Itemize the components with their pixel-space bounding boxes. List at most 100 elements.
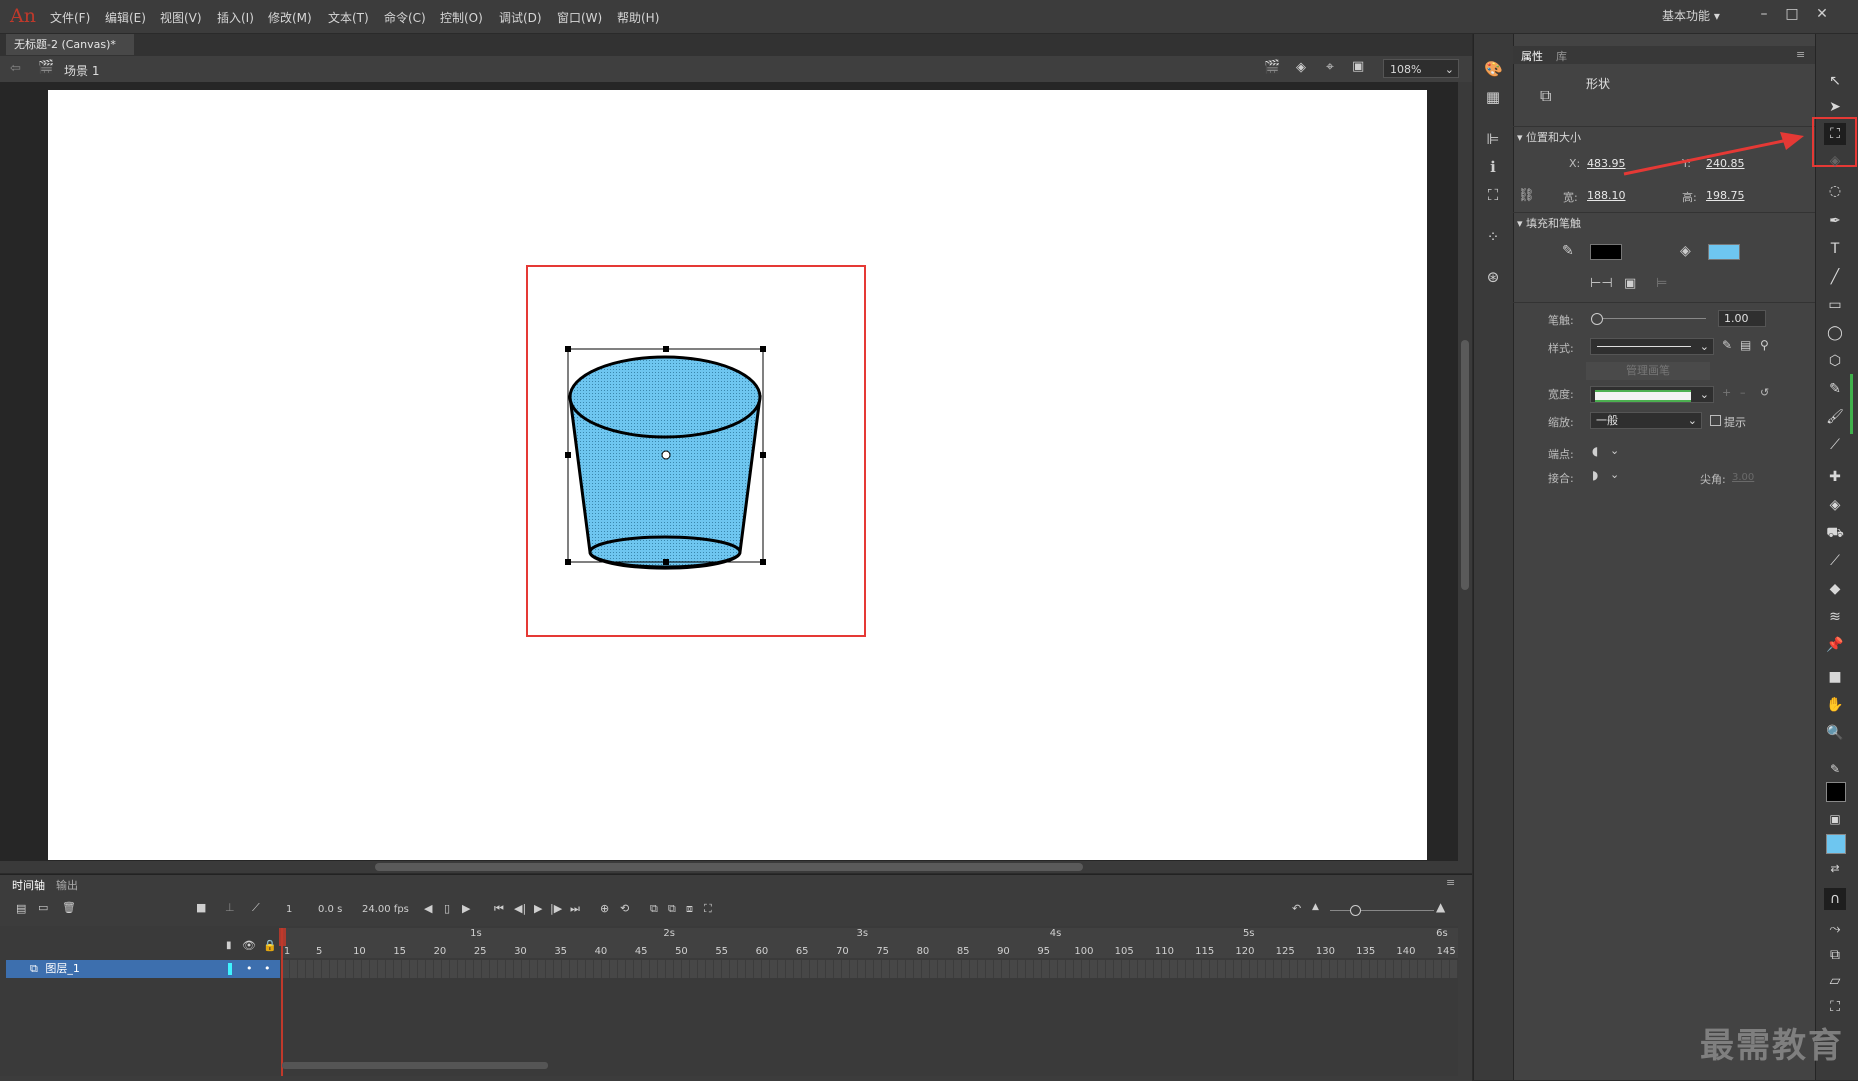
align-panel-icon[interactable]: ⊫ [1484,130,1502,148]
prev-keyframe-icon[interactable]: ◀ [424,902,432,915]
rectangle-tool-icon[interactable]: ▭ [1824,294,1846,316]
hint-checkbox[interactable] [1710,415,1721,426]
menu-help[interactable]: 帮助(H) [617,9,659,26]
add-width-point-icon[interactable]: + [1722,386,1731,399]
delete-layer-icon[interactable]: 🗑 [62,901,76,914]
stroke-size-slider[interactable] [1596,318,1706,319]
cc-libraries-icon[interactable]: ⊛ [1484,268,1502,286]
zoom-in-frames-icon[interactable]: ▲ [1436,900,1445,914]
brush-library-icon[interactable]: ▤ [1740,338,1751,352]
color-panel-icon[interactable]: 🎨 [1484,60,1503,78]
subselection-tool-icon[interactable]: ➤ [1824,96,1846,118]
stroke-color-swatch[interactable] [1590,244,1622,260]
tab-output[interactable]: 输出 [56,877,78,893]
skew-icon[interactable]: ▱ [1824,970,1846,992]
visibility-eye-icon[interactable]: 👁 [242,939,256,952]
lock-icon[interactable]: 🔒 [263,939,277,952]
show-all-layers-icon[interactable]: ▮ [226,940,232,951]
layer-frames[interactable] [282,960,1458,978]
remove-width-point-icon[interactable]: – [1740,386,1746,399]
chevron-down-icon[interactable]: ⌄ [1610,468,1619,481]
oval-tool-icon[interactable]: ◯ [1824,322,1846,344]
polystar-tool-icon[interactable]: ⬡ [1824,350,1846,372]
stroke-size-slider-thumb[interactable] [1591,313,1603,325]
center-frame-icon[interactable]: ⊕ [600,902,609,915]
tab-properties[interactable]: 属性 [1521,48,1543,64]
edit-scene-icon[interactable]: 🎬 [1264,60,1280,75]
object-drawing-icon[interactable]: ▣ [1624,276,1636,291]
reset-width-icon[interactable]: ↺ [1760,386,1769,399]
paint-bucket-tool-icon[interactable]: ◈ [1824,494,1846,516]
horizontal-scroll-thumb[interactable] [375,863,1083,871]
distort-icon[interactable]: ⛶ [1824,996,1846,1018]
text-tool-icon[interactable]: T [1824,238,1846,260]
layer-lock-dot[interactable]: • [264,960,271,978]
graph-icon[interactable]: ⟋ [252,901,260,915]
line-tool-icon[interactable]: ╱ [1824,266,1846,288]
undo-icon[interactable]: ↶ [1292,902,1301,915]
transform-panel-icon[interactable]: ⛶ [1484,186,1502,204]
straighten-icon[interactable]: ⧉ [1824,944,1846,966]
menu-text[interactable]: 文本(T) [328,9,369,26]
go-last-frame-icon[interactable]: ⏭ [570,902,580,916]
stroke-color-tool-swatch[interactable] [1826,782,1846,802]
layer-row[interactable]: ⧉ 图层_1 • • [6,960,280,978]
zoom-tool-icon[interactable]: 🔍 [1824,722,1846,744]
swatches-panel-icon[interactable]: ▦ [1484,88,1502,106]
menu-control[interactable]: 控制(O) [440,9,483,26]
manage-brush-button[interactable]: 管理画笔 [1586,362,1710,380]
tab-library[interactable]: 库 [1556,48,1567,64]
edit-multiple-frames-icon[interactable]: ⧈ [686,902,693,916]
layer-color-swatch[interactable] [228,963,232,975]
components-panel-icon[interactable]: ⁘ [1484,228,1502,246]
eyedropper-tool-icon[interactable]: ⟋ [1824,550,1846,572]
width-profile-select[interactable]: ⌄ [1590,386,1714,403]
camera-icon[interactable]: ■ [196,901,206,914]
menu-modify[interactable]: 修改(M) [268,9,312,26]
tab-timeline[interactable]: 时间轴 [12,877,45,893]
cap-style-icon[interactable]: ◖ [1592,444,1598,458]
info-panel-icon[interactable]: ℹ [1484,158,1502,176]
modify-markers-icon[interactable]: ⛶ [704,902,712,916]
frame-zoom-slider-thumb[interactable] [1350,905,1361,916]
zoom-out-frames-icon[interactable]: ▲ [1312,902,1319,912]
brush-options-icon[interactable]: ⚲ [1760,338,1769,352]
playhead[interactable] [281,928,283,1076]
scale-select[interactable]: 一般 ⌄ [1590,412,1702,429]
timeline-hscroll-thumb[interactable] [282,1062,548,1069]
layer-visible-dot[interactable]: • [246,960,253,978]
center-stage-icon[interactable]: ⌖ [1326,59,1334,75]
fill-stroke-section[interactable]: ▾ 填充和笔触 [1517,215,1811,231]
edit-symbol-icon[interactable]: ◈ [1296,60,1306,75]
stroke-style-select[interactable]: ⌄ [1590,338,1714,355]
camera-tool-icon[interactable]: ■ [1824,666,1846,688]
new-folder-icon[interactable]: ▭ [38,901,48,914]
ink-bottle-tool-icon[interactable]: ⛟ [1824,522,1846,544]
insert-keyframe-icon[interactable]: ▯ [444,902,450,915]
loop-icon[interactable]: ⟲ [620,902,629,915]
brush-tool-icon[interactable]: ⟋ [1824,434,1846,456]
frame-zoom-slider[interactable] [1330,910,1434,911]
zoom-select[interactable]: 108% ⌄ [1383,59,1459,78]
asset-warp-tool-icon[interactable]: 📌 [1824,634,1846,656]
edit-stroke-style-icon[interactable]: ✎ [1722,338,1732,352]
menu-insert[interactable]: 插入(I) [217,9,254,26]
selection-tool-icon[interactable]: ↖ [1824,70,1846,92]
bone-tool-icon[interactable]: ✚ [1824,466,1846,488]
pen-tool-icon[interactable]: ✒ [1824,210,1846,232]
fill-color-tool-swatch[interactable] [1826,834,1846,854]
next-keyframe-icon[interactable]: ▶ [462,902,470,915]
elapsed-time[interactable]: 0.0 s [318,904,342,915]
hand-tool-icon[interactable]: ✋ [1824,694,1846,716]
new-layer-icon[interactable]: ▤ [16,902,26,915]
stroke-size-input[interactable]: 1.00 [1718,310,1766,327]
hairline-icon[interactable]: ⊨ [1656,276,1667,291]
width-tool-icon[interactable]: ≋ [1824,606,1846,628]
height-value[interactable]: 198.75 [1706,189,1745,202]
snap-magnet-icon[interactable]: ∩ [1824,888,1846,910]
scene-name[interactable]: 场景 1 [64,62,99,79]
lasso-tool-icon[interactable]: ◌ [1824,180,1846,202]
miter-value[interactable]: 3.00 [1732,472,1754,483]
menu-window[interactable]: 窗口(W) [557,9,602,26]
paint-brush-tool-icon[interactable]: 🖌 [1824,406,1846,428]
